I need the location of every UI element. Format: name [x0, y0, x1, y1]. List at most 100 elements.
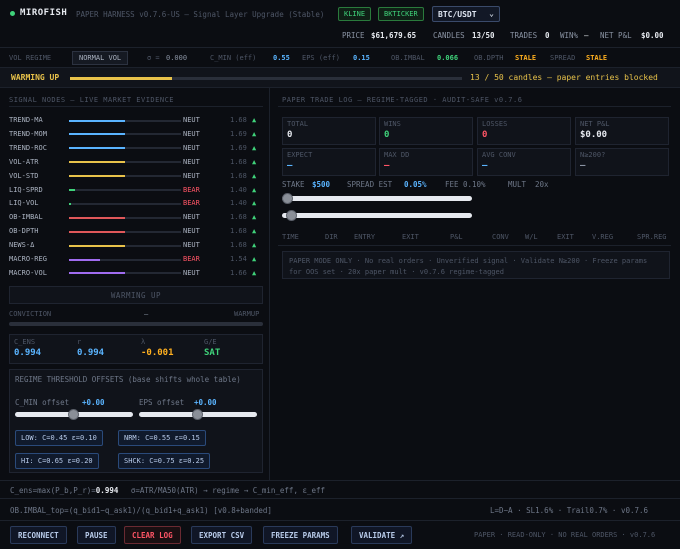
winrate-label: WIN%: [560, 31, 579, 40]
trade-stat-value: —: [482, 161, 488, 171]
mult-value: 20x: [535, 180, 549, 189]
signal-node-bar-fill: [69, 272, 125, 275]
stake-slider[interactable]: [282, 196, 472, 201]
divider: [0, 480, 680, 481]
signal-node-state: BEAR: [183, 199, 200, 208]
trend-up-icon: ▲: [252, 185, 257, 194]
ob-imbal-label: OB.IMBAL: [391, 54, 425, 62]
signal-node-state: NEUT: [183, 129, 200, 138]
regime-chip-shock[interactable]: SHCK: C=0.75 ε=0.25: [118, 453, 211, 469]
signal-node-name: OB-DPTH: [9, 227, 39, 236]
signal-node-value: 1.69: [230, 129, 247, 138]
ob-dpth-label: OB.DPTH: [474, 54, 504, 62]
signal-node-name: TREND-ROC: [9, 143, 47, 152]
bkticker-badge[interactable]: BKTICKER: [378, 7, 424, 21]
status-dot-icon: [10, 11, 15, 16]
signal-node-name: VOL-ATR: [9, 157, 39, 166]
trade-log-column-header: TIME: [282, 233, 299, 241]
kline-badge[interactable]: KLINE: [338, 7, 372, 21]
conviction-bar: [9, 322, 263, 326]
export-csv-button[interactable]: EXPORT CSV: [191, 526, 253, 544]
freeze-params-button[interactable]: FREEZE PARAMS: [263, 526, 338, 544]
signal-node-bar-fill: [69, 258, 101, 261]
cmin-offset-value: +0.00: [82, 398, 105, 407]
trade-log-column-header: ENTRY: [354, 233, 376, 241]
r-value: 0.994: [77, 348, 105, 358]
warming-status: 13 / 50 candles — paper entries blocked: [470, 73, 658, 82]
eps-eff-label: EPS (eff): [302, 54, 340, 62]
signal-node-bar: [69, 161, 181, 164]
trade-stat-card: NET P&L $0.00: [575, 117, 669, 145]
cmin-offset-slider-thumb[interactable]: [68, 409, 79, 420]
regime-chip-normal[interactable]: NRM: C=0.55 ε=0.15: [118, 430, 206, 446]
price-value: $61,679.65: [371, 31, 417, 40]
signal-node-name: LIQ-SPRD: [9, 185, 43, 194]
signal-node-value: 1.68: [230, 227, 247, 236]
signal-node-state: NEUT: [183, 241, 200, 250]
cmin-offset-label: C_MIN offset: [15, 398, 70, 407]
winrate-value: —: [584, 31, 589, 40]
paper-mode-notice-text: PAPER MODE ONLY · No real orders · Unver…: [289, 257, 648, 276]
footer-status: PAPER · READ-ONLY · NO REAL ORDERS · v0.…: [474, 531, 656, 539]
spread-slider[interactable]: [282, 213, 472, 218]
spread-est-label: SPREAD EST: [347, 180, 393, 189]
signal-node-bar: [69, 272, 181, 275]
trade-log-column-header: P&L: [450, 233, 463, 241]
candles-label: CANDLES: [433, 31, 465, 40]
validate-button[interactable]: VALIDATE ↗: [351, 526, 413, 544]
signal-node-state: BEAR: [183, 255, 200, 263]
trade-stat-label: MAX DD: [384, 151, 410, 159]
signal-node-bar: [69, 202, 181, 205]
formula-cens-text: C_ens=max(P_b,P_r)=: [10, 486, 96, 495]
clear-log-button[interactable]: CLEAR LOG: [124, 526, 181, 544]
signal-node-bar-fill: [69, 175, 125, 178]
pause-button[interactable]: PAUSE: [77, 526, 116, 544]
signal-node-bar-fill: [69, 202, 72, 205]
trade-stat-card: LOSSES 0: [477, 117, 571, 145]
signal-node-value: 1.40: [230, 185, 247, 194]
signal-node-bar: [69, 216, 181, 219]
symbol-select[interactable]: BTC/USDT ⌄: [432, 6, 500, 22]
signal-panel-title: SIGNAL NODES — LIVE MARKET EVIDENCE: [9, 96, 175, 104]
signal-node-value: 1.68: [230, 157, 247, 166]
sigma-label: σ =: [147, 54, 160, 62]
gate-label: G/E: [204, 338, 217, 346]
signal-node-name: TREND-MA: [9, 116, 43, 124]
eps-eff-value: 0.15: [353, 54, 370, 62]
signal-node-bar-fill: [69, 147, 125, 150]
divider: [9, 106, 263, 107]
trend-up-icon: ▲: [252, 171, 257, 180]
symbol-value: BTC/USDT: [438, 10, 477, 19]
reconnect-button[interactable]: RECONNECT: [10, 526, 67, 544]
formula-sigma-text: σ=ATR/MA50(ATR) → regime → C_min_eff, ε_…: [130, 486, 326, 495]
trend-up-icon: ▲: [252, 268, 257, 277]
trend-up-icon: ▲: [252, 199, 257, 208]
signal-node-name: MACRO-REG: [9, 255, 47, 263]
conviction-label: CONVICTION: [9, 310, 52, 318]
signal-node-name: VOL-STD: [9, 171, 39, 180]
trade-stat-label: TOTAL: [287, 120, 309, 128]
signal-node-bar: [69, 133, 181, 136]
spread-slider-thumb[interactable]: [286, 210, 297, 221]
app-subtitle: PAPER HARNESS v0.7.6-US — Signal Layer U…: [76, 10, 325, 19]
trade-stat-value: —: [287, 161, 293, 171]
trend-up-icon: ▲: [252, 213, 257, 222]
warming-box: WARMING UP: [9, 286, 263, 304]
eps-offset-label: EPS offset: [139, 398, 185, 407]
signal-node-value: 1.40: [230, 199, 247, 208]
regime-chip-low[interactable]: LOW: C=0.45 ε=0.10: [15, 430, 103, 446]
cmin-eff-value: 0.55: [273, 54, 290, 62]
signal-node-bar: [69, 189, 181, 191]
signal-node-name: OB-IMBAL: [9, 213, 43, 222]
trade-stat-value: 0: [482, 130, 488, 140]
trade-stat-card: N≥200? —: [575, 148, 669, 176]
conviction-state: WARMUP: [234, 310, 260, 318]
eps-offset-value: +0.00: [194, 398, 217, 407]
ob-imbal-value: 0.066: [437, 54, 459, 62]
trade-stat-value: 0: [384, 130, 390, 140]
eps-offset-slider-thumb[interactable]: [192, 409, 203, 420]
spread-value: STALE: [586, 54, 608, 62]
stake-slider-thumb[interactable]: [282, 193, 293, 204]
regime-chip-high[interactable]: HI: C=0.65 ε=0.20: [15, 453, 99, 469]
candles-value: 13/50: [472, 31, 495, 40]
